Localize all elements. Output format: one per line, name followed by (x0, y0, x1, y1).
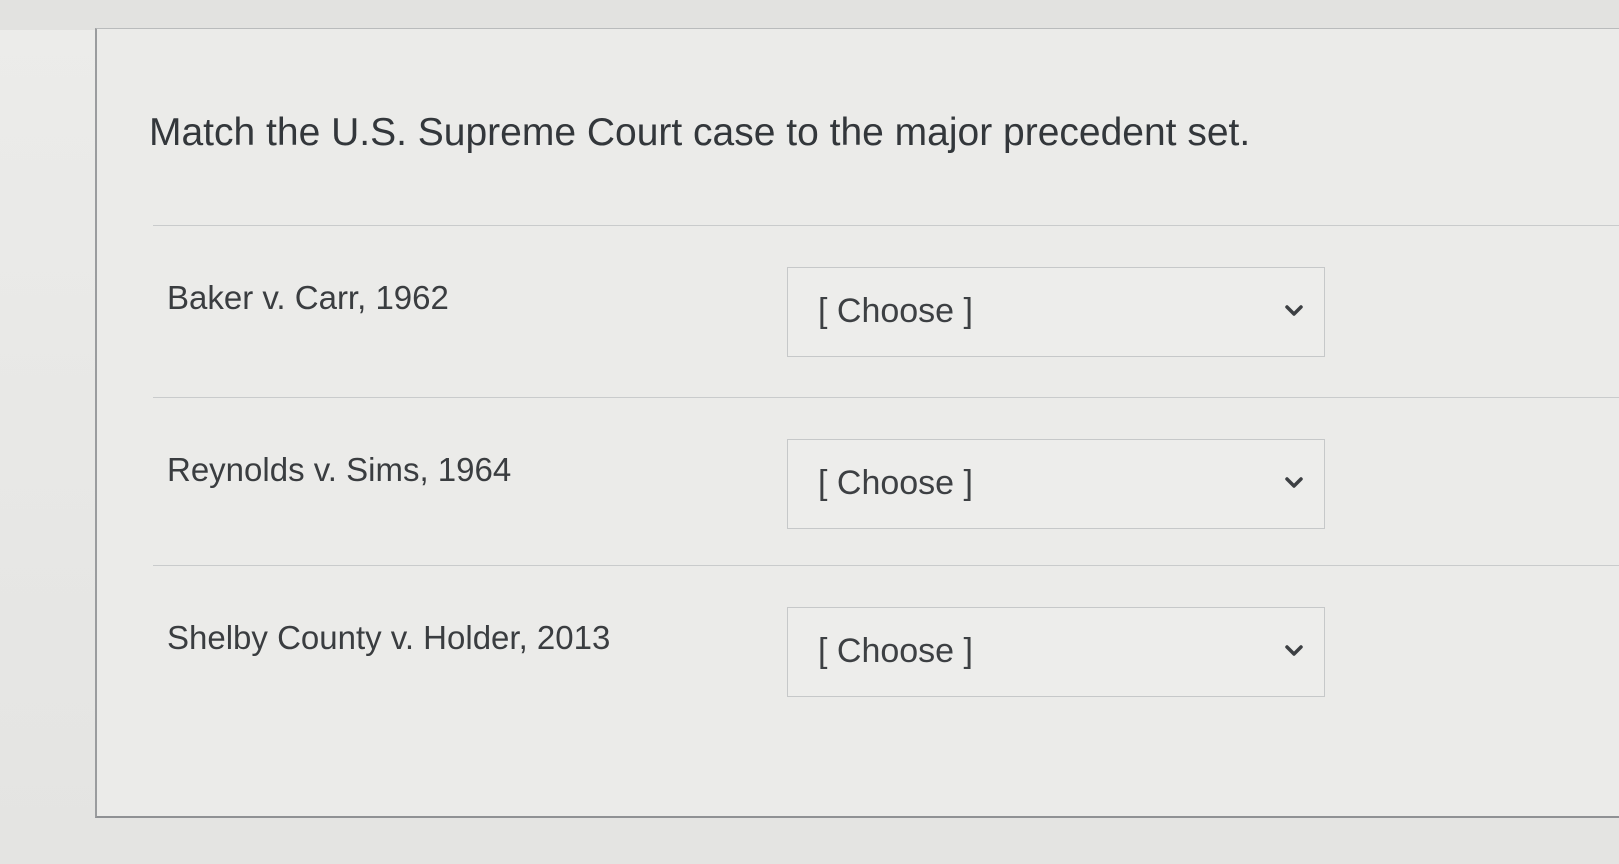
case-label: Baker v. Carr, 1962 (167, 279, 449, 316)
top-strip (0, 0, 1619, 30)
answer-select-2[interactable]: [ Choose ] (787, 439, 1325, 529)
question-title: Match the U.S. Supreme Court case to the… (149, 111, 1251, 154)
match-row-2: Reynolds v. Sims, 1964 [ Choose ] (97, 439, 1619, 549)
answer-select-1[interactable]: [ Choose ] (787, 267, 1325, 357)
select-value: [ Choose ] (818, 632, 973, 670)
match-row-3: Shelby County v. Holder, 2013 [ Choose ] (97, 607, 1619, 717)
divider (153, 397, 1619, 398)
question-card: Match the U.S. Supreme Court case to the… (95, 28, 1619, 818)
case-label: Reynolds v. Sims, 1964 (167, 451, 512, 488)
quiz-page: Match the U.S. Supreme Court case to the… (0, 0, 1619, 864)
chevron-down-icon (1285, 305, 1303, 316)
chevron-down-icon (1285, 477, 1303, 488)
divider (153, 565, 1619, 566)
chevron-down-icon (1285, 645, 1303, 656)
select-value: [ Choose ] (818, 292, 973, 330)
divider (153, 225, 1619, 226)
case-label: Shelby County v. Holder, 2013 (167, 619, 611, 656)
answer-select-3[interactable]: [ Choose ] (787, 607, 1325, 697)
select-value: [ Choose ] (818, 464, 973, 502)
match-row-1: Baker v. Carr, 1962 [ Choose ] (97, 267, 1619, 377)
